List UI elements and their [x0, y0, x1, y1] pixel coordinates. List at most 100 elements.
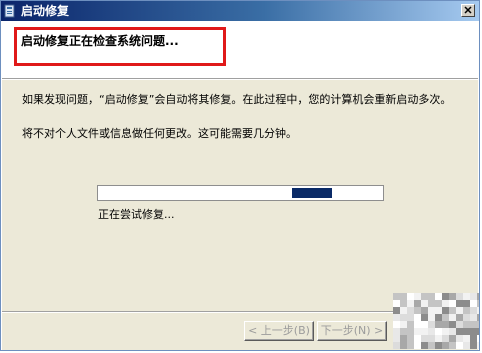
- pixel-cell: [421, 293, 428, 300]
- progress-indicator: [292, 188, 332, 198]
- pixel-cell: [421, 300, 428, 307]
- pixel-cell: [414, 328, 421, 335]
- pixel-cell: [449, 314, 456, 321]
- pixel-cell: [463, 335, 470, 342]
- pixel-cell: [414, 307, 421, 314]
- pixel-cell: [442, 307, 449, 314]
- pixel-cell: [393, 300, 400, 307]
- pixel-cell: [470, 300, 477, 307]
- pixel-cell: [449, 300, 456, 307]
- pixel-cell: [470, 293, 477, 300]
- pixel-cell: [470, 314, 477, 321]
- pixel-cell: [400, 314, 407, 321]
- pixel-cell: [477, 307, 479, 314]
- pixel-cell: [477, 321, 479, 328]
- pixel-cell: [435, 321, 442, 328]
- pixel-cell: [400, 328, 407, 335]
- pixel-cell: [435, 307, 442, 314]
- pixel-cell: [442, 293, 449, 300]
- pixel-cell: [456, 300, 463, 307]
- pixel-cell: [442, 300, 449, 307]
- pixel-cell: [421, 314, 428, 321]
- pixel-cell: [400, 342, 407, 349]
- pixel-cell: [428, 342, 435, 349]
- pixel-cell: [477, 328, 479, 335]
- pixel-cell: [442, 328, 449, 335]
- pixel-cell: [421, 307, 428, 314]
- pixel-cell: [456, 328, 463, 335]
- pixel-cell: [407, 335, 414, 342]
- status-text: 正在尝试修复...: [98, 208, 175, 221]
- pixel-cell: [477, 335, 479, 342]
- pixel-cell: [449, 342, 456, 349]
- pixel-cell: [407, 314, 414, 321]
- pixel-cell: [400, 307, 407, 314]
- pixel-cell: [421, 321, 428, 328]
- pixel-cell: [463, 342, 470, 349]
- pixel-cell: [442, 321, 449, 328]
- pixel-cell: [428, 293, 435, 300]
- page-title: 启动修复正在检查系统问题...: [21, 34, 179, 48]
- pixel-cell: [400, 293, 407, 300]
- pixel-cell: [414, 335, 421, 342]
- pixel-cell: [414, 342, 421, 349]
- pixel-cell: [449, 335, 456, 342]
- pixel-cell: [428, 321, 435, 328]
- pixel-cell: [449, 307, 456, 314]
- pixel-cell: [463, 314, 470, 321]
- pixel-cell: [435, 328, 442, 335]
- pixel-cell: [449, 321, 456, 328]
- pixel-cell: [414, 314, 421, 321]
- pixel-cell: [393, 314, 400, 321]
- pixel-cell: [407, 321, 414, 328]
- pixel-cell: [428, 314, 435, 321]
- pixel-cell: [393, 293, 400, 300]
- next-button[interactable]: 下一步(N) >: [317, 321, 387, 341]
- pixel-cell: [477, 342, 479, 349]
- pixel-cell: [477, 300, 479, 307]
- pixel-cell: [407, 300, 414, 307]
- pixel-cell: [428, 307, 435, 314]
- pixel-cell: [463, 300, 470, 307]
- close-icon: [464, 6, 472, 14]
- pixel-cell: [421, 342, 428, 349]
- close-button[interactable]: [461, 4, 475, 17]
- pixel-cell: [393, 321, 400, 328]
- pixel-cell: [463, 328, 470, 335]
- description-text: 如果发现问题，“启动修复”会自动将其修复。在此过程中，您的计算机会重新启动多次。: [22, 93, 452, 106]
- back-button[interactable]: < 上一步(B): [244, 321, 314, 341]
- pixel-cell: [407, 293, 414, 300]
- pixel-cell: [435, 335, 442, 342]
- pixel-cell: [470, 335, 477, 342]
- pixel-cell: [435, 300, 442, 307]
- pixel-cell: [407, 342, 414, 349]
- pixel-cell: [400, 335, 407, 342]
- pixel-cell: [393, 307, 400, 314]
- pixel-cell: [442, 314, 449, 321]
- pixel-cell: [470, 342, 477, 349]
- notice-text: 将不对个人文件或信息做任何更改。这可能需要几分钟。: [22, 127, 297, 140]
- pixel-cell: [456, 314, 463, 321]
- pixel-cell: [428, 300, 435, 307]
- pixel-cell: [414, 321, 421, 328]
- startup-repair-icon: [4, 4, 15, 18]
- pixel-cell: [463, 307, 470, 314]
- pixel-cell: [400, 300, 407, 307]
- pixel-cell: [400, 321, 407, 328]
- pixel-cell: [456, 321, 463, 328]
- pixel-cell: [470, 307, 477, 314]
- pixel-cell: [449, 328, 456, 335]
- pixel-cell: [477, 314, 479, 321]
- pixel-cell: [449, 293, 456, 300]
- pixel-cell: [393, 335, 400, 342]
- pixel-cell: [414, 300, 421, 307]
- pixel-cell: [407, 307, 414, 314]
- pixel-cell: [435, 293, 442, 300]
- pixel-cell: [421, 328, 428, 335]
- pixel-cell: [428, 335, 435, 342]
- pixel-cell: [456, 293, 463, 300]
- pixel-cell: [435, 314, 442, 321]
- pixel-cell: [463, 293, 470, 300]
- window-title: 启动修复: [21, 4, 70, 18]
- pixel-cell: [393, 342, 400, 349]
